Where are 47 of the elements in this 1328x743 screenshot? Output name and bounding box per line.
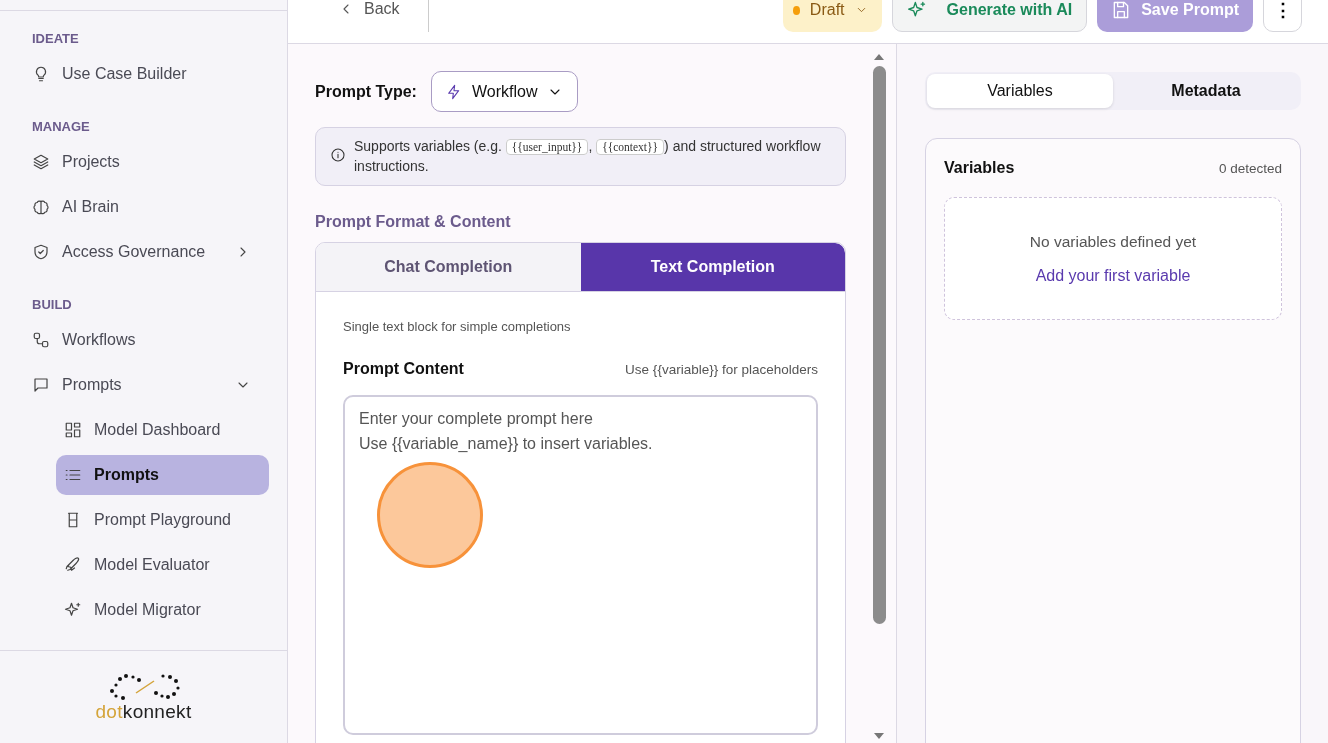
workflow-icon [32, 331, 50, 349]
status-dropdown[interactable]: Draft [782, 0, 882, 32]
menu-item[interactable]: Prompts [24, 365, 269, 405]
format-tab[interactable]: Text Completion [580, 243, 845, 291]
back-button[interactable]: Back [338, 0, 400, 20]
menu-item[interactable]: AI Brain [24, 187, 269, 227]
submenu-item[interactable]: Prompts [56, 455, 269, 495]
submenu-item[interactable]: Model Evaluator [56, 545, 269, 585]
scroll-down-icon[interactable] [873, 732, 885, 740]
scrollbar-thumb[interactable] [872, 66, 886, 624]
lightning-icon [445, 83, 462, 100]
prompt-type-dropdown[interactable]: Workflow [430, 71, 579, 112]
logo-text: dotkonnekt [95, 701, 192, 723]
submenu-item[interactable]: Prompt Playground [56, 500, 269, 540]
generate-button[interactable]: Generate with AI [891, 0, 1088, 32]
panel-tab[interactable]: Variables [927, 74, 1113, 108]
info-icon [330, 147, 346, 163]
dashboard-icon [64, 421, 82, 439]
card-title: Variables [944, 159, 1015, 177]
info-text: Supports variables (e.g. {{user_input}} , {{context}} ) and structured workflow instructions. [354, 137, 822, 176]
empty-text: No variables defined yet [1029, 232, 1197, 251]
add-variable-link[interactable]: Add your first variable [1035, 266, 1191, 285]
more-button[interactable]: ⋮ [1263, 0, 1302, 32]
tab-description: Single text block for simple completions [343, 319, 572, 334]
panel-tab[interactable]: Metadata [1113, 74, 1299, 108]
format-tab[interactable]: Chat Completion [316, 243, 581, 291]
scroll-up-icon[interactable] [873, 53, 885, 61]
shield-check-icon [32, 243, 50, 261]
menu-item[interactable]: Access Governance [24, 232, 269, 272]
menu-item[interactable]: Workflows [24, 320, 269, 360]
prompt-type-label: Prompt Type: [315, 82, 417, 101]
section-heading: BUILD [31, 296, 73, 314]
content-hint: Use {{variable}} for placeholders [625, 361, 818, 377]
sparkle-icon [64, 601, 82, 619]
menu-item[interactable]: Projects [24, 142, 269, 182]
submenu-item[interactable]: Model Dashboard [56, 410, 269, 450]
content-label: Prompt Content [343, 360, 464, 378]
layers-icon [32, 153, 50, 171]
chat-bubble-icon [32, 376, 50, 394]
section-heading: MANAGE [31, 118, 91, 136]
section-title: Prompt Format & Content [315, 213, 512, 231]
menu-item[interactable]: Use Case Builder [24, 54, 269, 94]
brain-icon [32, 198, 50, 216]
submenu-item[interactable]: Model Migrator [56, 590, 269, 630]
section-heading: IDEATE [31, 30, 80, 48]
prompt-textarea[interactable]: Enter your complete prompt here Use {{variable_name}} to insert variables. [343, 395, 818, 735]
variable-count: 0 detected [1218, 160, 1282, 176]
